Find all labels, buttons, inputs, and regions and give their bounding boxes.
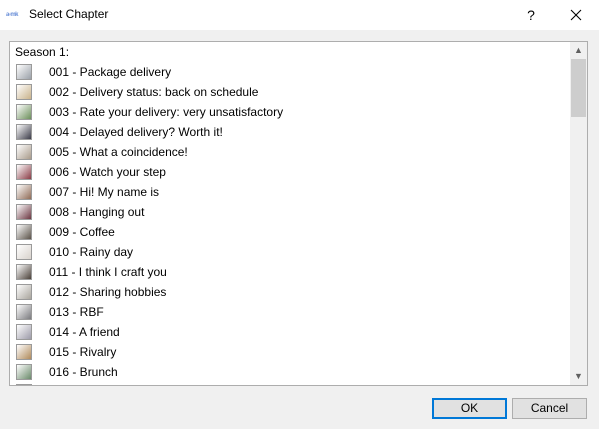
chapter-label: 005 - What a coincidence! (49, 145, 188, 159)
list-item[interactable]: 013 - RBF (10, 302, 570, 322)
scrollbar-thumb[interactable] (571, 59, 586, 117)
list-item[interactable]: 004 - Delayed delivery? Worth it! (10, 122, 570, 142)
chapter-label: 001 - Package delivery (49, 65, 172, 79)
list-item[interactable]: 009 - Coffee (10, 222, 570, 242)
chapter-thumbnail (16, 284, 32, 300)
cancel-button[interactable]: Cancel (512, 398, 587, 419)
chapter-thumbnail (16, 264, 32, 280)
chapter-thumbnail (16, 224, 32, 240)
list-item[interactable]: 005 - What a coincidence! (10, 142, 570, 162)
chapter-label: 012 - Sharing hobbies (49, 285, 167, 299)
chapter-label: 009 - Coffee (49, 225, 115, 239)
chapter-label: 006 - Watch your step (49, 165, 166, 179)
chapter-thumbnail (16, 124, 32, 140)
vertical-scrollbar[interactable]: ▲ ▼ (570, 42, 587, 385)
chapter-label: 002 - Delivery status: back on schedule (49, 85, 259, 99)
chapter-label: 011 - I think I craft you (49, 265, 167, 279)
chapter-thumbnail (16, 364, 32, 380)
chapter-thumbnail (16, 64, 32, 80)
chapter-label: 008 - Hanging out (49, 205, 145, 219)
close-icon (570, 9, 582, 21)
chapter-thumbnail (16, 144, 32, 160)
chapter-label: 004 - Delayed delivery? Worth it! (49, 125, 223, 139)
season-header: Season 1: (15, 45, 70, 59)
list-item[interactable]: 011 - I think I craft you (10, 262, 570, 282)
chapter-thumbnail (16, 204, 32, 220)
chapter-thumbnail (16, 104, 32, 120)
chapter-label: 010 - Rainy day (49, 245, 134, 259)
chapter-list-content: Season 1: 001 - Package delivery 002 - De… (10, 42, 570, 385)
list-item[interactable]: 008 - Hanging out (10, 202, 570, 222)
list-item[interactable]: 003 - Rate your delivery: very unsatisfa… (10, 102, 570, 122)
chapter-label: 007 - Hi! My name is (49, 185, 160, 199)
chapter-thumbnail (16, 164, 32, 180)
chapter-thumbnail (16, 184, 32, 200)
list-item[interactable]: 001 - Package delivery (10, 62, 570, 82)
chapter-thumbnail (16, 244, 32, 260)
chapter-thumbnail (16, 384, 32, 385)
list-item[interactable]: 016 - Brunch (10, 362, 570, 382)
list-item[interactable]: 017 - Pancakes part 1 (10, 382, 570, 385)
window-title: Select Chapter (29, 7, 109, 21)
list-item[interactable]: 015 - Rivalry (10, 342, 570, 362)
chapter-thumbnail (16, 324, 32, 340)
chapter-label: 003 - Rate your delivery: very unsatisfa… (49, 105, 284, 119)
list-item[interactable]: 014 - A friend (10, 322, 570, 342)
help-button[interactable]: ? (508, 0, 554, 30)
scroll-down-icon[interactable]: ▼ (570, 368, 587, 385)
chapter-label: 015 - Rivalry (49, 345, 117, 359)
list-item[interactable]: 002 - Delivery status: back on schedule (10, 82, 570, 102)
list-item[interactable]: 010 - Rainy day (10, 242, 570, 262)
ok-button[interactable]: OK (432, 398, 507, 419)
list-item[interactable]: 012 - Sharing hobbies (10, 282, 570, 302)
app-icon: a-mk (6, 12, 19, 18)
chapter-label: 013 - RBF (49, 305, 104, 319)
chapter-thumbnail (16, 344, 32, 360)
chapter-label: 014 - A friend (49, 325, 120, 339)
chapter-thumbnail (16, 304, 32, 320)
chapter-list[interactable]: Season 1: 001 - Package delivery 002 - De… (9, 41, 588, 386)
scroll-up-icon[interactable]: ▲ (570, 42, 587, 59)
list-item[interactable]: 006 - Watch your step (10, 162, 570, 182)
chapter-thumbnail (16, 84, 32, 100)
list-item[interactable]: 007 - Hi! My name is (10, 182, 570, 202)
close-button[interactable] (553, 0, 599, 30)
chapter-label: 016 - Brunch (49, 365, 118, 379)
title-bar: a-mk Select Chapter ? (0, 0, 599, 30)
